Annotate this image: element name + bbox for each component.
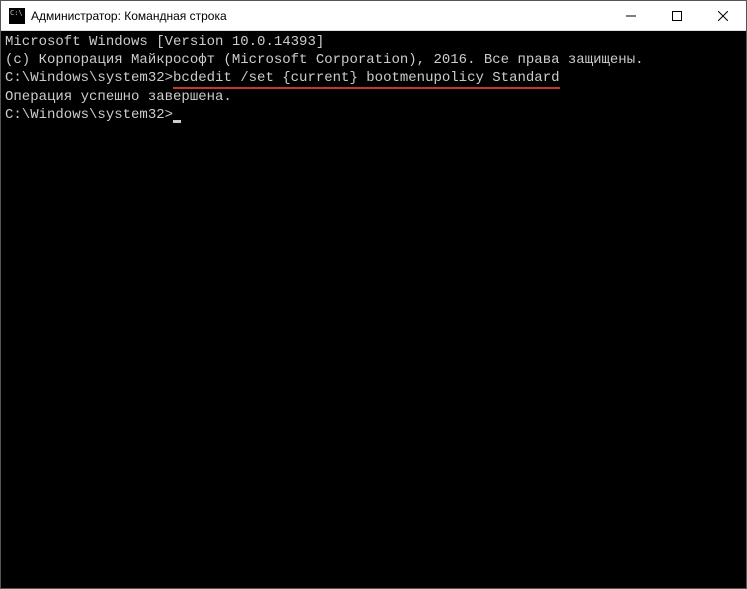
terminal-content[interactable]: Microsoft Windows [Version 10.0.14393](c… [1, 31, 746, 588]
terminal-prompt-active: C:\Windows\system32> [5, 106, 742, 124]
terminal-line-copyright: (c) Корпорация Майкрософт (Microsoft Cor… [5, 51, 742, 69]
close-button[interactable] [700, 1, 746, 30]
cursor-icon [173, 120, 181, 123]
cmd-icon [9, 8, 25, 24]
titlebar[interactable]: Администратор: Командная строка [1, 1, 746, 31]
entered-command: bcdedit /set {current} bootmenupolicy St… [173, 70, 559, 89]
maximize-button[interactable] [654, 1, 700, 30]
window-title: Администратор: Командная строка [31, 9, 608, 23]
terminal-result: Операция успешно завершена. [5, 88, 742, 106]
terminal-command-line: C:\Windows\system32>bcdedit /set {curren… [5, 69, 742, 87]
minimize-button[interactable] [608, 1, 654, 30]
prompt-prefix: C:\Windows\system32> [5, 70, 173, 86]
terminal-line-version: Microsoft Windows [Version 10.0.14393] [5, 33, 742, 51]
command-prompt-window: Администратор: Командная строка Microsof… [0, 0, 747, 589]
prompt-prefix: C:\Windows\system32> [5, 107, 173, 123]
window-controls [608, 1, 746, 30]
